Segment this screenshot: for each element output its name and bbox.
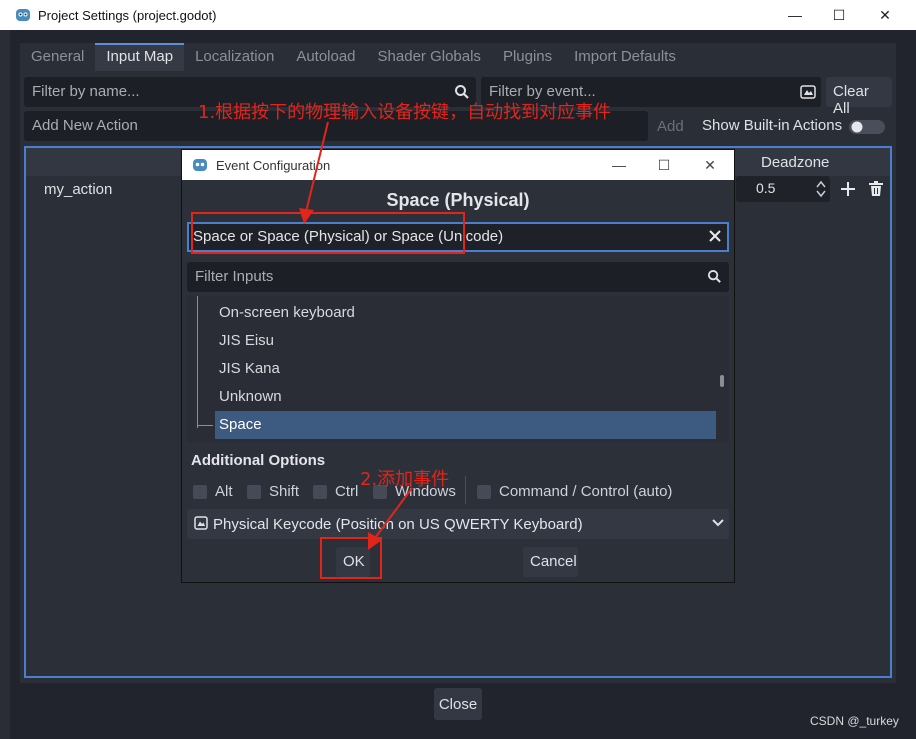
close-button[interactable]: Close (434, 688, 482, 720)
modifier-command-control-label: Command / Control (auto) (499, 483, 673, 500)
tab-plugins[interactable]: Plugins (492, 43, 563, 71)
spin-arrows-icon[interactable] (816, 180, 826, 198)
selected-row-highlight (215, 411, 716, 439)
modifier-ctrl-label: Ctrl (335, 483, 359, 500)
minimize-button[interactable]: — (772, 0, 818, 30)
show-builtin-toggle[interactable] (848, 119, 886, 135)
tab-general[interactable]: General (20, 43, 95, 71)
dialog-maximize-button[interactable]: ☐ (641, 150, 687, 180)
keyboard-icon (194, 516, 208, 530)
godot-logo-icon (193, 159, 207, 171)
checkbox-icon (193, 485, 207, 500)
list-item[interactable]: JIS Kana (219, 360, 280, 384)
tab-localization[interactable]: Localization (184, 43, 285, 71)
deadzone-header: Deadzone (761, 154, 830, 171)
tab-input-map[interactable]: Input Map (95, 43, 185, 71)
keyboard-listen-icon[interactable] (800, 84, 816, 100)
modifier-shift-label: Shift (269, 483, 300, 500)
dialog-minimize-button[interactable]: — (596, 150, 642, 180)
clear-all-button[interactable]: Clear All (826, 77, 892, 117)
list-item[interactable]: JIS Eisu (219, 332, 274, 356)
tab-bar: General Input Map Localization Autoload … (20, 43, 687, 71)
tab-shader-globals[interactable]: Shader Globals (367, 43, 492, 71)
checkbox-icon (313, 485, 327, 500)
close-window-button[interactable]: ✕ (862, 0, 908, 30)
modifier-command-control[interactable]: Command / Control (auto) (477, 483, 672, 500)
tab-import-defaults[interactable]: Import Defaults (563, 43, 687, 71)
annotation-note-1: 1.根据按下的物理输入设备按键，自动找到对应事件 (198, 102, 612, 123)
checkbox-icon (247, 485, 261, 500)
chevron-down-icon (712, 519, 724, 527)
modifier-ctrl[interactable]: Ctrl (313, 483, 358, 500)
maximize-button[interactable]: ☐ (816, 0, 862, 30)
action-name-my-action[interactable]: my_action (44, 181, 112, 198)
list-scrollbar[interactable] (720, 375, 724, 387)
checkbox-icon (477, 485, 491, 500)
tree-guide-line (197, 296, 198, 428)
list-item[interactable]: On-screen keyboard (219, 304, 355, 328)
watermark: CSDN @_turkey (810, 714, 899, 728)
dialog-close-button[interactable]: ✕ (687, 150, 733, 180)
dialog-heading: Space (Physical) (386, 190, 530, 210)
tree-guide-branch (197, 425, 213, 426)
add-action-button[interactable]: Add (651, 111, 691, 141)
window-titlebar: Project Settings (project.godot) — ☐ ✕ (0, 0, 916, 30)
list-item[interactable]: Unknown (219, 388, 282, 412)
annotation-arrow-2 (368, 487, 413, 550)
additional-options-label: Additional Options (191, 452, 326, 469)
cancel-button[interactable]: Cancel (523, 547, 578, 577)
list-item-selected[interactable]: Space (219, 416, 262, 440)
modifier-alt-label: Alt (215, 483, 233, 500)
add-event-icon[interactable] (840, 181, 856, 197)
modifier-shift[interactable]: Shift (247, 483, 299, 500)
search-icon (707, 269, 721, 283)
window-title: Project Settings (project.godot) (38, 7, 217, 23)
remove-action-icon[interactable] (868, 181, 884, 197)
godot-logo-icon (16, 9, 30, 21)
tab-autoload[interactable]: Autoload (285, 43, 366, 71)
filter-inputs-field[interactable]: Filter Inputs (187, 262, 729, 292)
deadzone-value: 0.5 (756, 180, 776, 196)
annotation-arrow-1 (299, 121, 329, 224)
clear-event-icon[interactable] (708, 229, 722, 243)
dialog-titlebar: Event Configuration — ☐ ✕ (182, 150, 734, 180)
modifier-alt[interactable]: Alt (193, 483, 233, 500)
show-builtin-label: Show Built-in Actions (702, 117, 843, 134)
background-editor-strip (0, 30, 10, 739)
modifier-separator (465, 476, 466, 504)
